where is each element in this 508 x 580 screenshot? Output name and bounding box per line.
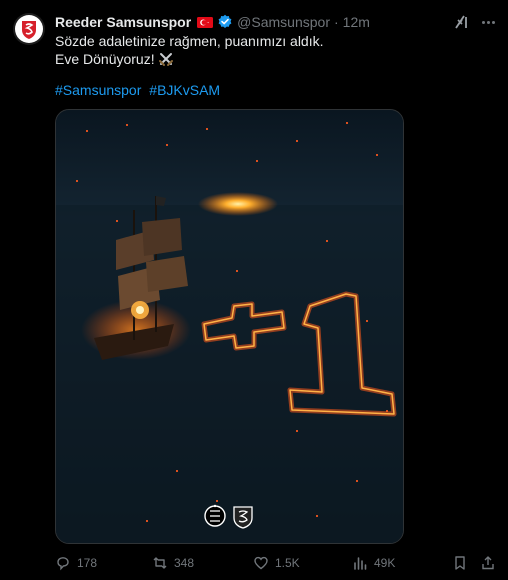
handle[interactable]: @Samsunspor [237, 14, 330, 30]
pirate-ship-plus-one-artwork [56, 110, 403, 543]
besiktas-crest-icon [204, 504, 226, 527]
avatar[interactable] [13, 13, 45, 45]
bookmark-button[interactable] [452, 551, 468, 575]
heart-icon [254, 556, 268, 570]
like-count: 1.5K [275, 556, 300, 570]
club-crests [204, 502, 256, 530]
hashtag-bjkvsam[interactable]: #BJKvSAM [149, 82, 220, 98]
hashtags: #Samsunspor #BJKvSAM [55, 82, 224, 98]
hashtag-samsunspor[interactable]: #Samsunspor [55, 82, 141, 98]
views-count: 49K [374, 556, 396, 570]
bookmark-icon [455, 556, 465, 570]
tweet-image[interactable] [55, 109, 404, 544]
tweet-text-line-1: Sözde adaletinize rağmen, puanımızı aldı… [55, 33, 324, 49]
share-icon [482, 556, 494, 570]
samsunspor-crest-icon [233, 506, 253, 529]
share-button[interactable] [480, 551, 496, 575]
sun-glow [198, 192, 278, 216]
tweet-text-line-2: Eve Dönüyoruz! [55, 51, 155, 67]
views-button[interactable]: 49K [352, 551, 395, 575]
views-icon [354, 557, 367, 570]
verified-badge-icon[interactable] [217, 14, 233, 30]
crossed-swords-icon [158, 51, 174, 71]
separator-dot: · [333, 14, 339, 30]
like-button[interactable]: 1.5K [253, 551, 300, 575]
tweet[interactable]: Reeder Samsunspor @Samsunspor · 12m Sözd… [0, 0, 508, 580]
display-name[interactable]: Reeder Samsunspor [55, 14, 191, 30]
reply-icon [57, 557, 69, 571]
grok-icon[interactable] [452, 12, 472, 32]
more-icon[interactable] [478, 12, 498, 32]
repost-icon [153, 557, 167, 569]
timestamp[interactable]: 12m [343, 14, 370, 30]
reply-button[interactable]: 178 [55, 551, 97, 575]
tweet-text-line-2-wrap: Eve Dönüyoruz! [55, 50, 324, 71]
samsunspor-logo-icon [15, 15, 43, 43]
tweet-actions: 178 348 1.5K 49K [55, 551, 502, 575]
tweet-header: Reeder Samsunspor @Samsunspor · 12m [55, 12, 370, 32]
turkey-flag-icon [197, 16, 214, 28]
repost-count: 348 [174, 556, 195, 570]
reply-count: 178 [77, 556, 98, 570]
repost-button[interactable]: 348 [152, 551, 194, 575]
tweet-text: Sözde adaletinize rağmen, puanımızı aldı… [55, 32, 324, 71]
